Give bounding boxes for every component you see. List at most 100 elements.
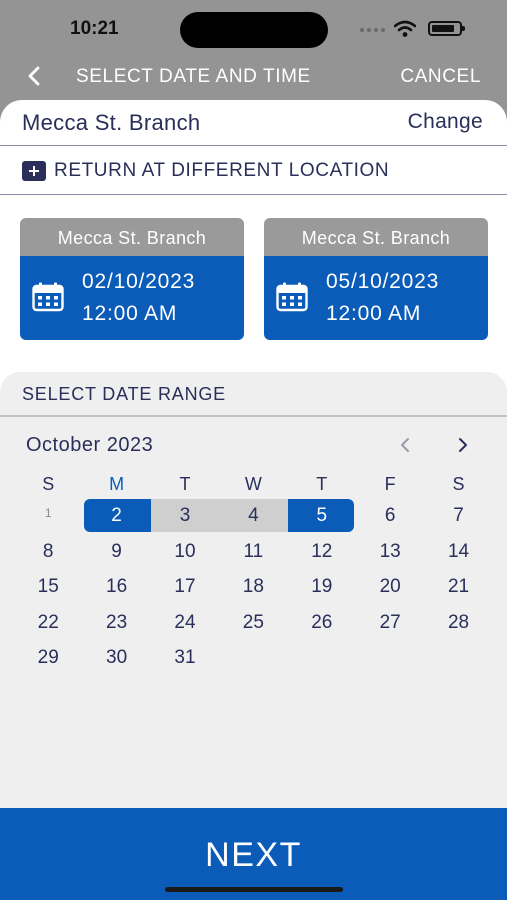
chevron-right-icon[interactable]: [455, 436, 471, 454]
page-title: SELECT DATE AND TIME: [76, 66, 311, 87]
calendar-day[interactable]: 10: [151, 534, 219, 570]
return-different-location-label: RETURN AT DIFFERENT LOCATION: [54, 160, 390, 181]
home-indicator: [165, 887, 343, 892]
pickup-datetime: 02/10/2023 12:00 AM: [20, 256, 244, 340]
calendar-day[interactable]: 18: [219, 569, 287, 605]
calendar-day-number: 9: [111, 540, 122, 562]
next-button-label: NEXT: [205, 836, 302, 874]
calendar-day-number: 3: [179, 505, 191, 526]
calendar-day[interactable]: 20: [356, 569, 424, 605]
calendar-day[interactable]: 13: [356, 534, 424, 570]
weekday-label: S: [452, 474, 465, 494]
calendar-day[interactable]: 14: [424, 534, 492, 570]
calendar-days-grid: 1 2 3 4 5 6 7 8 9 10 11 12 13 14 15 16 17 18 19 20 21 22 23 24 2…: [14, 498, 493, 676]
calendar-day[interactable]: 23: [82, 605, 150, 641]
weekday-label: M: [109, 474, 125, 494]
pickup-time: 12:00 AM: [82, 302, 178, 325]
calendar-day[interactable]: 15: [14, 569, 82, 605]
calendar-day[interactable]: 7: [424, 498, 492, 534]
calendar-day-number: 27: [379, 611, 401, 633]
wifi-icon: [394, 20, 416, 37]
calendar-day[interactable]: 4: [219, 498, 288, 534]
calendar-day[interactable]: 26: [288, 605, 356, 641]
battery-icon: [428, 21, 465, 36]
calendar-day[interactable]: 21: [424, 569, 492, 605]
calendar-day[interactable]: 5: [287, 498, 356, 534]
calendar-day[interactable]: 27: [356, 605, 424, 641]
return-different-location-toggle[interactable]: RETURN AT DIFFERENT LOCATION: [0, 146, 507, 195]
calendar-day-number: 7: [453, 505, 464, 526]
return-date: 05/10/2023: [326, 270, 440, 293]
calendar-day[interactable]: 2: [82, 498, 152, 534]
status-bar: 10:21: [0, 0, 507, 58]
divider: [0, 415, 507, 417]
return-time: 12:00 AM: [326, 302, 422, 325]
change-branch-button[interactable]: Change: [408, 110, 483, 134]
calendar-day-number: 20: [379, 576, 401, 597]
calendar-day-number: 14: [447, 540, 470, 562]
calendar-day[interactable]: 28: [424, 605, 492, 641]
calendar-day[interactable]: 19: [288, 569, 356, 605]
plus-icon: [22, 161, 46, 181]
calendar-day[interactable]: 29: [14, 640, 82, 676]
calendar-day[interactable]: 11: [219, 534, 287, 570]
branch-name: Mecca St. Branch: [22, 110, 201, 135]
date-range-title: SELECT DATE RANGE: [22, 384, 226, 404]
calendar-day-number: 25: [242, 611, 264, 633]
calendar-day[interactable]: 6: [356, 498, 424, 534]
calendar-day[interactable]: 30: [82, 640, 150, 676]
calendar-day[interactable]: 12: [288, 534, 356, 570]
next-button[interactable]: NEXT: [0, 808, 507, 900]
calendar-day-number: 31: [174, 647, 196, 668]
calendar-day-number: 22: [37, 611, 59, 633]
calendar-icon: [276, 282, 308, 312]
status-time: 10:21: [70, 18, 119, 39]
calendar-day-number: 4: [248, 505, 259, 526]
return-location: Mecca St. Branch: [264, 218, 488, 256]
calendar-day-number: 11: [243, 540, 264, 562]
calendar-day[interactable]: 31: [151, 640, 219, 676]
back-chevron-icon[interactable]: [24, 64, 46, 88]
cellular-signal-icon: [360, 28, 386, 34]
return-date-card[interactable]: Mecca St. Branch 05/10/2023 12:00 AM: [264, 218, 488, 340]
chevron-left-icon[interactable]: [397, 436, 413, 454]
weekday-label: W: [244, 474, 262, 494]
calendar-day-number: 17: [174, 576, 196, 597]
calendar-day-number: 28: [447, 611, 470, 633]
calendar-day[interactable]: 8: [14, 534, 82, 570]
cancel-button[interactable]: CANCEL: [400, 66, 481, 88]
calendar-day[interactable]: 16: [82, 569, 150, 605]
calendar-day-number: 1: [44, 506, 52, 520]
weekday-label: F: [384, 474, 396, 494]
pickup-date: 02/10/2023: [82, 270, 196, 293]
calendar-month-label: October 2023: [26, 434, 154, 456]
calendar-day-number: 18: [242, 576, 264, 597]
calendar-day-number: 8: [42, 540, 54, 562]
calendar-day-number: 30: [106, 647, 128, 668]
calendar-day-number: 6: [384, 505, 396, 526]
weekday-header: SMTWTFS: [14, 474, 493, 496]
calendar-day[interactable]: 22: [14, 605, 82, 641]
calendar-day[interactable]: 24: [151, 605, 219, 641]
calendar-day[interactable]: 3: [150, 498, 220, 534]
pickup-date-card[interactable]: Mecca St. Branch 02/10/2023 12:00 AM: [20, 218, 244, 340]
calendar-day[interactable]: 9: [82, 534, 150, 570]
navigation-bar: SELECT DATE AND TIME CANCEL: [0, 58, 507, 96]
calendar-icon: [32, 282, 64, 312]
calendar-day-number: 26: [311, 611, 333, 633]
calendar-day-number: 21: [447, 576, 470, 597]
branch-row: Mecca St. Branch Change: [0, 100, 507, 146]
calendar-day-number: 5: [316, 505, 328, 526]
weekday-label: S: [42, 474, 55, 494]
calendar-day[interactable]: 1: [14, 498, 82, 534]
calendar-day-number: 10: [174, 540, 196, 562]
weekday-label: T: [179, 474, 191, 494]
calendar-day-number: 24: [174, 611, 196, 633]
calendar-day-number: 15: [37, 576, 59, 597]
return-datetime: 05/10/2023 12:00 AM: [264, 256, 488, 340]
date-range-panel: SELECT DATE RANGE October 2023 S M T W T F S 1…: [0, 372, 507, 808]
calendar-day[interactable]: 17: [151, 569, 219, 605]
calendar-day[interactable]: 25: [219, 605, 287, 641]
dynamic-island: [180, 12, 328, 48]
calendar-day-number: 23: [106, 611, 128, 633]
